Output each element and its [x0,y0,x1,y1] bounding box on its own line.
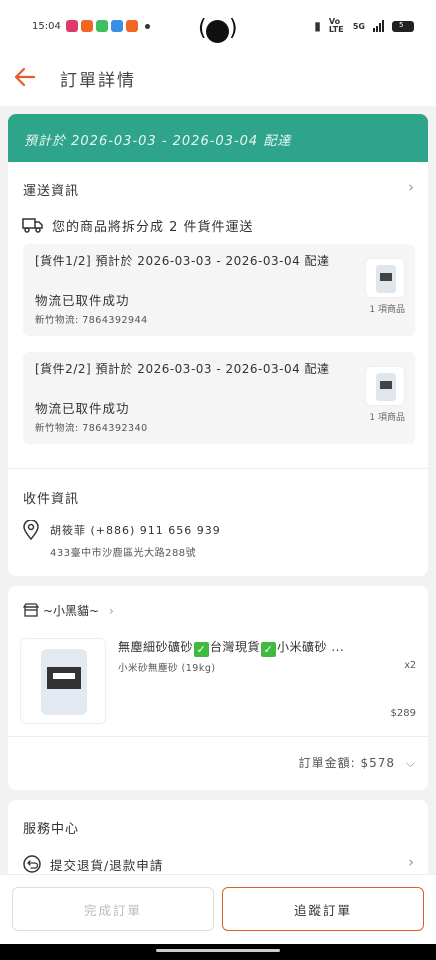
messenger-icon [111,20,123,32]
shop-name-label: ~小黑貓~ [43,604,100,618]
chevron-right-icon[interactable]: › [408,178,414,196]
shop-card: ~小黑貓~ › 無塵細砂礦砂 ✓ 台灣現貨 ✓ 小米礦砂 ... 小米砂無塵砂 (19k… [8,586,428,790]
line-icon [96,20,108,32]
location-pin-icon [23,520,39,540]
product-name[interactable]: 無塵細砂礦砂 ✓ 台灣現貨 ✓ 小米礦砂 ... [118,638,408,657]
check-mark-icon: ✓ [194,642,210,657]
product-name-part: 台灣現貨 [210,640,261,654]
refund-request-link[interactable]: 提交退貨/退款申請 [50,855,163,874]
divider [8,468,428,469]
app-notification-icon [81,20,93,32]
home-gesture-handle[interactable] [156,949,280,952]
vibrate-icon: ▮ [314,19,321,33]
more-notifications-icon [145,23,150,29]
tracking-number: 新竹物流: 7864392340 [35,423,148,434]
status-time: 15:04 [32,21,61,32]
split-shipment-notice: 您的商品將拆分成 2 件貨件運送 [52,220,254,235]
track-order-button[interactable]: 追蹤訂單 [222,887,424,931]
status-bar: 15:04 ( ) ▮ Vo LTE 5G 5 [0,0,436,62]
complete-order-button[interactable]: 完成訂單 [12,887,214,931]
status-app-icons [66,20,150,32]
chevron-down-icon: ⌵ [405,756,416,770]
package-title: [貨件2/2] 預計於 2026-03-03 - 2026-03-04 配達 [35,362,330,376]
truck-icon [22,218,43,233]
product-name-part: 無塵細砂礦砂 [118,640,194,654]
chevron-right-icon[interactable]: › [408,853,414,871]
shipping-card: 運送資訊 › 您的商品將拆分成 2 件貨件運送 [貨件1/2] 預計於 2026… [8,162,428,576]
page-title: 訂單詳情 [60,71,136,91]
service-section-title: 服務中心 [23,822,80,837]
shop-name[interactable]: ~小黑貓~ › [43,602,114,619]
status-indicators: ▮ Vo LTE 5G 5 [314,18,414,34]
product-price: $289 [390,708,416,719]
package-title: [貨件1/2] 預計於 2026-03-03 - 2026-03-04 配達 [35,254,330,268]
recipient-address: 433臺中市沙鹿區光大路288號 [50,548,197,559]
package-status: 物流已取件成功 [35,293,130,308]
tracking-number: 新竹物流: 7864392944 [35,315,148,326]
shop-icon [23,603,39,617]
5g-label: 5G [352,21,365,31]
package-card[interactable]: [貨件1/2] 預計於 2026-03-03 - 2026-03-04 配達 物… [23,244,415,336]
shipping-section-title[interactable]: 運送資訊 [23,180,79,199]
product-thumbnail [365,258,405,298]
page-header: 訂單詳情 [0,62,436,106]
divider [8,736,428,737]
package-status: 物流已取件成功 [35,401,130,416]
recipient-section-title: 收件資訊 [23,492,80,507]
instagram-icon [66,20,78,32]
battery-icon: 5 [392,20,414,32]
product-image[interactable] [20,638,106,724]
product-quantity: x2 [404,660,416,671]
hotspot-icon: ( ) [198,16,238,43]
bottom-action-bar: 完成訂單 追蹤訂單 [0,874,436,944]
product-variant: 小米砂無塵砂 (19kg) [118,663,216,674]
check-mark-icon: ✓ [261,642,277,657]
volte-label: Vo LTE [328,17,344,34]
package-item-count: 1 項商品 [369,305,405,315]
back-arrow-icon[interactable] [12,64,38,90]
product-name-part: 小米礦砂 ... [277,640,345,654]
product-thumbnail [365,366,405,406]
chevron-right-icon: › [108,604,114,618]
package-item-count: 1 項商品 [369,413,405,423]
order-total[interactable]: 訂單金額: $578 ⌵ [299,754,416,771]
app-notification-icon [126,20,138,32]
delivery-banner: 預計於 2026-03-03 - 2026-03-04 配達 [8,114,428,162]
refund-icon [23,855,41,873]
recipient-name-phone: 胡筱菲 (+886) 911 656 939 [50,524,221,537]
order-total-label: 訂單金額: $578 [298,756,396,770]
package-card[interactable]: [貨件2/2] 預計於 2026-03-03 - 2026-03-04 配達 物… [23,352,415,444]
signal-icon [373,20,384,32]
delivery-estimate: 預計於 2026-03-03 - 2026-03-04 配達 [24,134,292,149]
system-nav-bar [0,944,436,960]
